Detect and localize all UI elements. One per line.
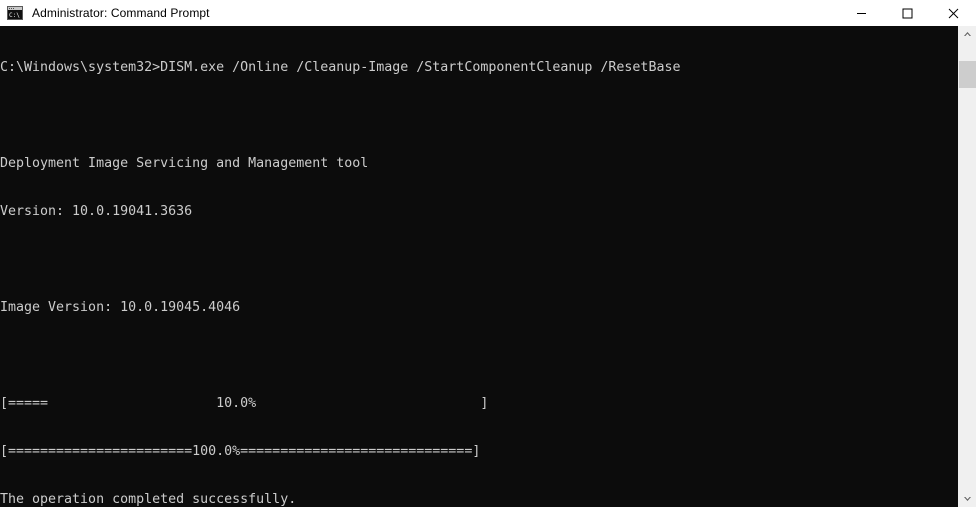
console-line-command: C:\Windows\system32>DISM.exe /Online /Cl… (0, 60, 681, 75)
window-title: Administrator: Command Prompt (32, 6, 210, 20)
console-area[interactable]: C:\Windows\system32>DISM.exe /Online /Cl… (0, 26, 976, 507)
title-bar-left: C:\ Administrator: Command Prompt (0, 0, 838, 26)
console-line-status: The operation completed successfully. (0, 492, 297, 507)
scrollbar-thumb[interactable] (959, 60, 976, 88)
scrollbar-track[interactable] (959, 43, 976, 490)
scroll-down-button[interactable] (959, 490, 976, 507)
console-line-blank-2 (0, 252, 958, 268)
command-prompt-window: C:\ Administrator: Command Prompt C:\Win… (0, 0, 976, 507)
svg-text:C:\: C:\ (9, 12, 20, 19)
console-line-tool-name: Deployment Image Servicing and Managemen… (0, 156, 369, 171)
console-line-blank-3 (0, 348, 958, 364)
console-line-progress-bar-2: [=======================100.0%==========… (0, 444, 481, 459)
console-output[interactable]: C:\Windows\system32>DISM.exe /Online /Cl… (0, 26, 958, 507)
chevron-down-icon (964, 497, 971, 501)
console-buffer: C:\Windows\system32>DISM.exe /Online /Cl… (0, 28, 958, 507)
close-button[interactable] (930, 0, 976, 26)
vertical-scrollbar[interactable] (958, 26, 976, 507)
scroll-up-button[interactable] (959, 26, 976, 43)
maximize-icon (902, 8, 912, 18)
minimize-button[interactable] (838, 0, 884, 26)
title-bar[interactable]: C:\ Administrator: Command Prompt (0, 0, 976, 26)
command-prompt-icon: C:\ (7, 5, 23, 21)
minimize-icon (856, 12, 866, 14)
window-controls (838, 0, 976, 26)
chevron-up-icon (964, 32, 971, 36)
console-line-blank-1 (0, 108, 958, 124)
console-line-tool-version: Version: 10.0.19041.3636 (0, 204, 193, 219)
maximize-button[interactable] (884, 0, 930, 26)
console-line-image-version: Image Version: 10.0.19045.4046 (0, 300, 241, 315)
close-icon (948, 8, 958, 18)
console-line-progress-bar-1: [===== 10.0% ] (0, 396, 489, 411)
